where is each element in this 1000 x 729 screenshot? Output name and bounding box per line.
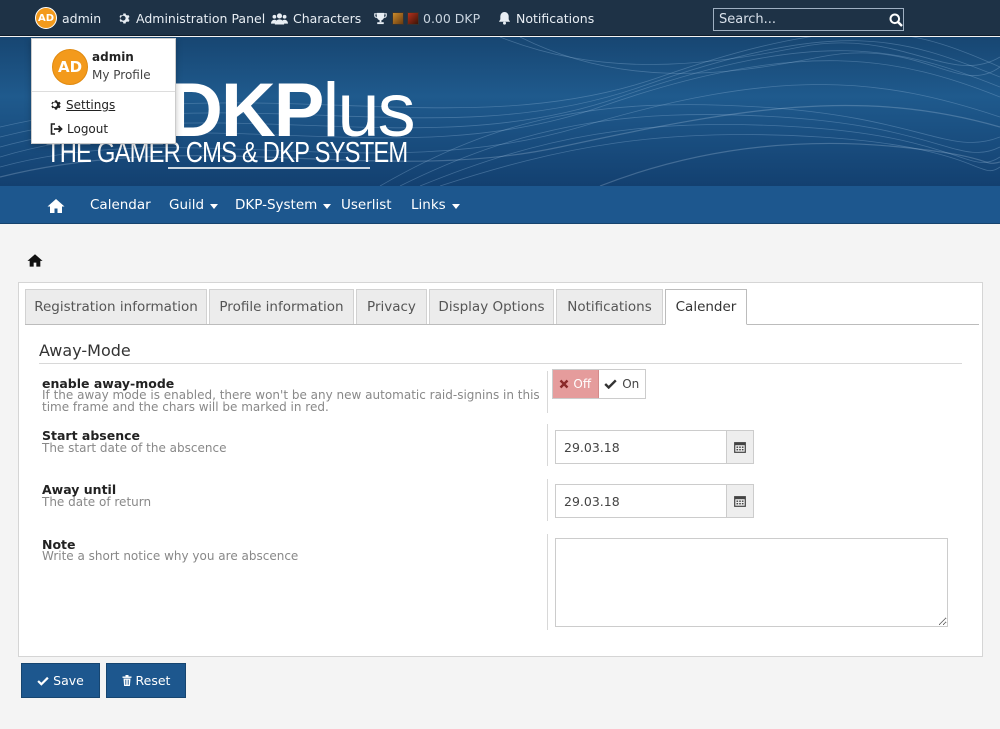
user-dropdown-menu: AD admin My Profile Settings Logout (31, 38, 176, 144)
home-icon[interactable] (27, 253, 43, 267)
main-nav: Calendar Guild DKP-System Userlist Links (0, 186, 1000, 224)
gear-icon (51, 100, 61, 110)
notifications-link[interactable]: Notifications (498, 0, 594, 36)
nav-home[interactable] (47, 186, 65, 224)
until-date-field (555, 484, 754, 518)
gear-icon (119, 12, 130, 24)
tab-privacy[interactable]: Privacy (356, 289, 427, 324)
reset-button[interactable]: Reset (106, 663, 186, 698)
search-icon[interactable] (889, 9, 903, 30)
users-icon (271, 12, 288, 24)
dkp-value: 0.00 DKP (423, 10, 481, 26)
search-box (713, 8, 904, 31)
admin-panel-link[interactable]: Administration Panel (118, 0, 265, 36)
trophy-icon (374, 12, 387, 24)
nav-dkp-system[interactable]: DKP-System (235, 186, 332, 224)
tab-calender[interactable]: Calender (665, 289, 747, 325)
dropdown-divider (32, 91, 175, 92)
nav-guild-label: Guild (169, 197, 205, 213)
settings-label: Settings (66, 98, 116, 112)
save-label: Save (53, 673, 84, 688)
user-name: admin (62, 10, 102, 26)
my-profile-link[interactable]: My Profile (92, 68, 151, 82)
nav-calendar-label: Calendar (90, 197, 151, 213)
user-menu-toggle[interactable]: AD admin (35, 0, 101, 36)
check-icon (37, 676, 49, 686)
toggle-on-label: On (622, 377, 640, 391)
top-bar: AD admin Administration Panel Characters… (0, 0, 1000, 36)
settings-panel: Registration information Profile informa… (18, 282, 983, 657)
section-title: Away-Mode (39, 341, 131, 360)
chevron-down-icon (323, 203, 332, 209)
tab-label: Notifications (567, 299, 652, 315)
toggle-off-button[interactable]: Off (553, 370, 599, 398)
characters-link[interactable]: Characters (271, 0, 361, 36)
breadcrumb (27, 252, 43, 271)
logout-icon (50, 123, 63, 135)
game-class-icon (392, 11, 404, 25)
avatar: AD (52, 49, 88, 85)
calendar-icon[interactable] (726, 431, 753, 463)
start-absence-help: The start date of the abscence (42, 441, 227, 455)
logout-link[interactable]: Logout (50, 122, 108, 136)
nav-links[interactable]: Links (411, 186, 460, 224)
check-icon (604, 379, 617, 389)
note-textarea[interactable] (555, 538, 948, 627)
tab-label: Registration information (34, 299, 198, 315)
row-divider (547, 371, 548, 413)
tab-registration[interactable]: Registration information (25, 289, 207, 324)
dropdown-user-name: admin (92, 50, 134, 64)
row-divider (547, 424, 548, 466)
tab-profile[interactable]: Profile information (209, 289, 354, 324)
calendar-icon[interactable] (726, 485, 753, 517)
section-divider (39, 363, 962, 364)
logout-label: Logout (67, 122, 109, 136)
tab-display-options[interactable]: Display Options (429, 289, 554, 324)
reset-label: Reset (135, 673, 171, 688)
tab-label: Display Options (438, 299, 545, 315)
avatar: AD (35, 7, 57, 29)
admin-panel-label: Administration Panel (136, 10, 266, 26)
nav-guild[interactable]: Guild (169, 186, 219, 224)
settings-link[interactable]: Settings (50, 98, 115, 112)
characters-label: Characters (293, 10, 362, 26)
row-divider (547, 534, 548, 630)
search-input[interactable] (714, 9, 889, 30)
away-mode-toggle: Off On (552, 369, 646, 399)
tab-label: Profile information (219, 299, 344, 315)
nav-calendar[interactable]: Calendar (90, 186, 151, 224)
dkp-points-link[interactable]: 0.00 DKP (374, 0, 480, 36)
save-button[interactable]: Save (21, 663, 100, 698)
nav-userlist[interactable]: Userlist (341, 186, 392, 224)
away-mode-help-2: time frame and the chars will be marked … (42, 400, 329, 414)
home-icon (47, 198, 65, 213)
tab-label: Calender (675, 299, 737, 315)
nav-userlist-label: Userlist (341, 197, 392, 213)
close-icon (560, 379, 569, 389)
tab-notifications[interactable]: Notifications (556, 289, 663, 324)
chevron-down-icon (210, 203, 219, 209)
nav-dkp-system-label: DKP-System (235, 197, 318, 213)
notifications-label: Notifications (516, 10, 595, 26)
start-date-input[interactable] (556, 431, 726, 463)
toggle-on-button[interactable]: On (598, 370, 645, 398)
chevron-down-icon (451, 203, 460, 209)
away-until-help: The date of return (42, 495, 152, 509)
settings-tabs: Registration information Profile informa… (25, 289, 979, 325)
bell-icon (498, 11, 511, 25)
note-help: Write a short notice why you are abscenc… (42, 549, 299, 563)
until-date-input[interactable] (556, 485, 726, 517)
trash-icon (122, 675, 132, 686)
row-divider (547, 479, 548, 521)
tab-label: Privacy (367, 299, 416, 315)
start-date-field (555, 430, 754, 464)
nav-links-label: Links (411, 197, 446, 213)
toggle-off-label: Off (573, 377, 592, 391)
game-race-icon (407, 11, 419, 25)
